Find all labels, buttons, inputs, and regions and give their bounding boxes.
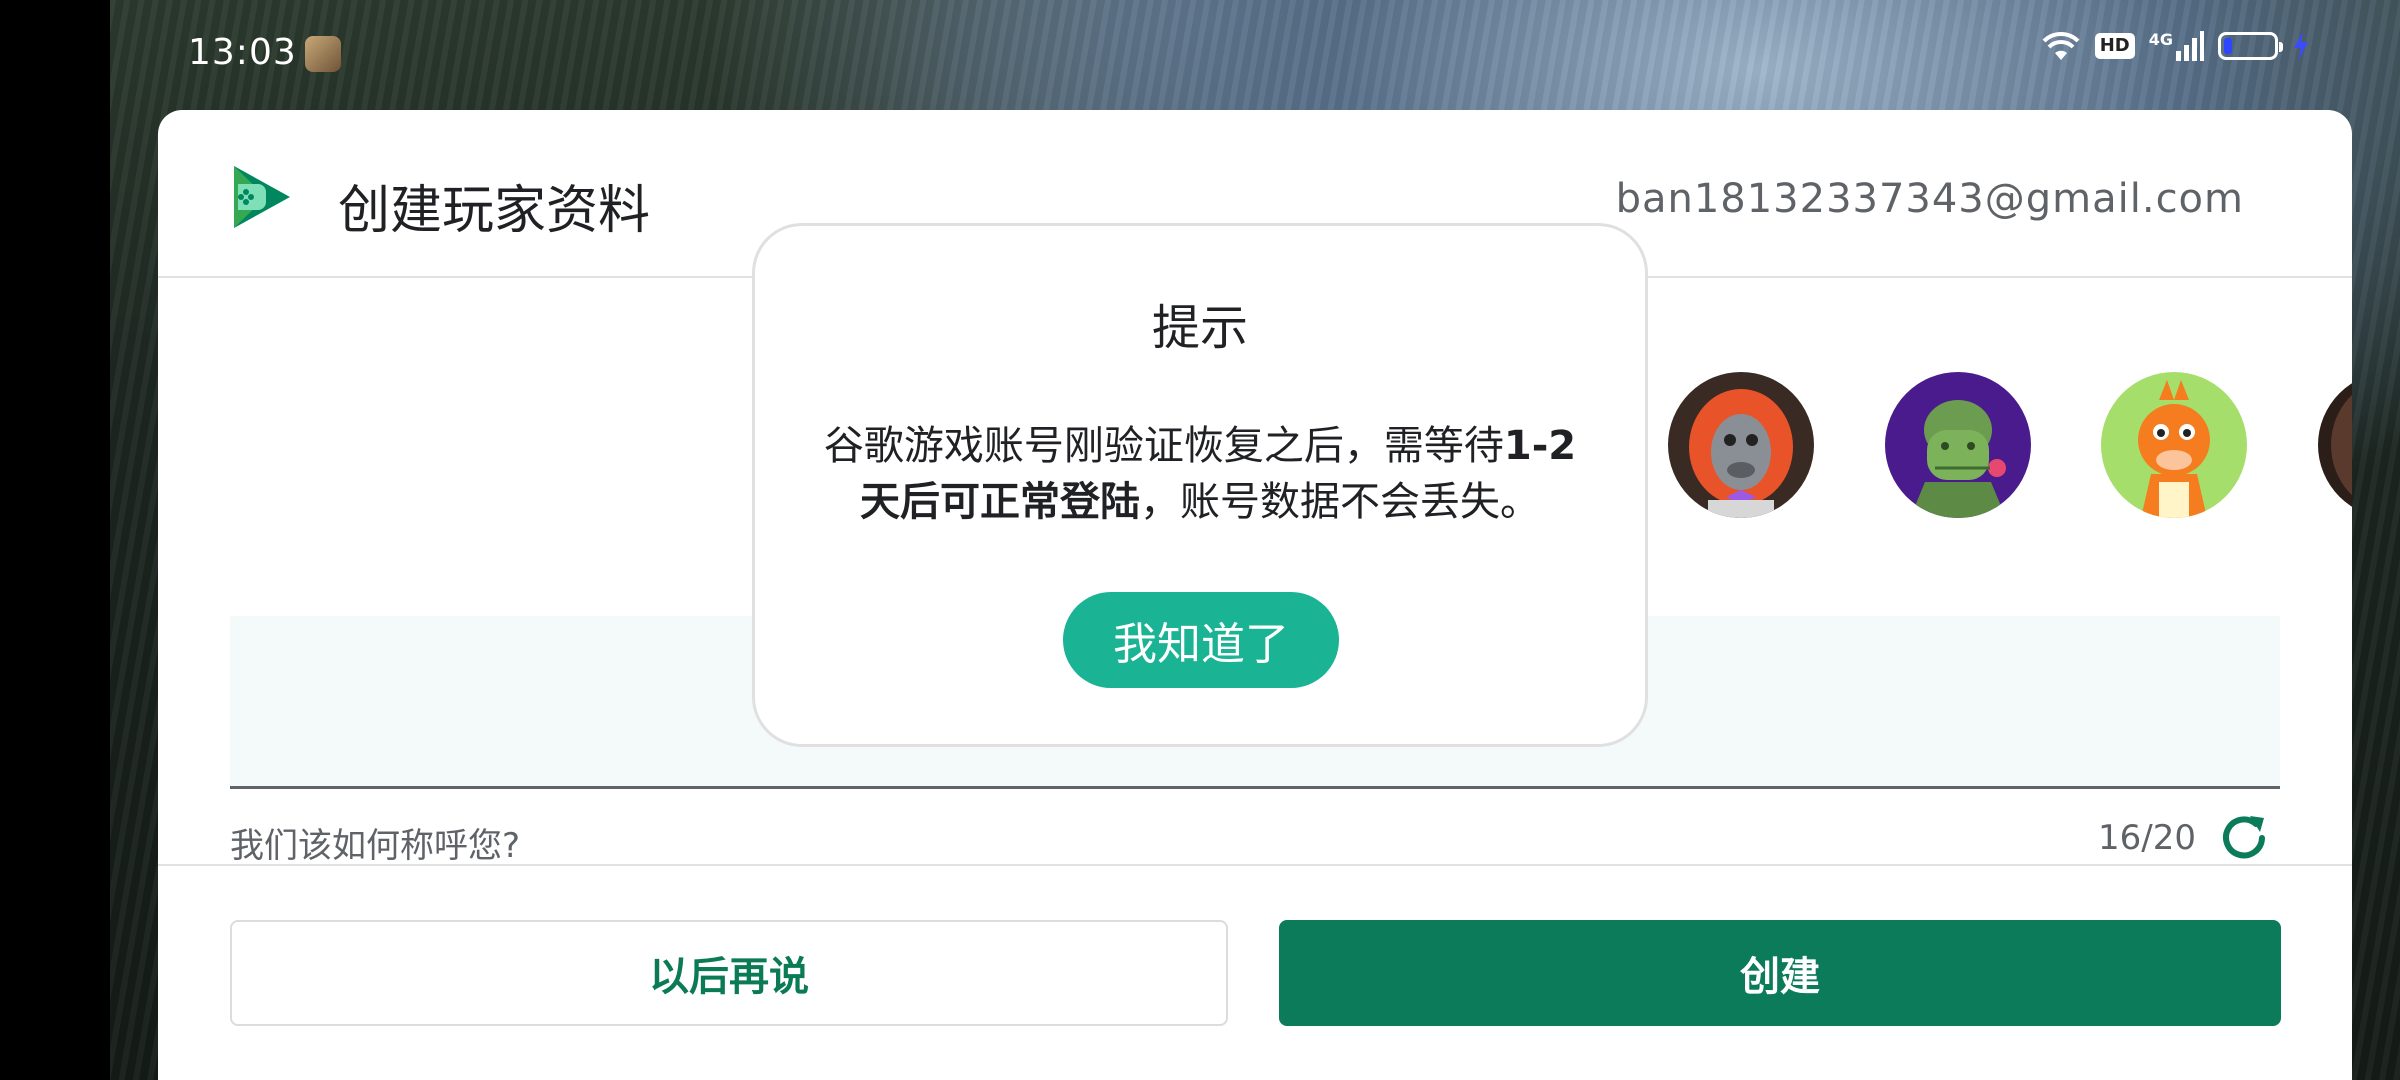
i-understand-button[interactable]: 我知道了 xyxy=(1063,592,1339,688)
later-button[interactable]: 以后再说 xyxy=(230,920,1228,1026)
refresh-name-button[interactable] xyxy=(2214,808,2274,868)
alert-message-bold-days: 1-2 xyxy=(1503,423,1577,469)
partial-avatar[interactable] xyxy=(2318,372,2352,518)
status-icons: HD 4G xyxy=(2041,30,2310,62)
create-button[interactable]: 创建 xyxy=(1279,920,2281,1026)
game-app-icon xyxy=(305,36,341,72)
orange-dragon-avatar[interactable] xyxy=(2101,372,2247,518)
dialog-title: 创建玩家资料 xyxy=(338,181,651,241)
charging-bolt-icon xyxy=(2292,31,2310,61)
green-soldier-avatar[interactable] xyxy=(1885,372,2031,518)
alert-message-bold-login: 天后可正常登陆 xyxy=(860,479,1140,525)
signal-icon: 4G xyxy=(2149,31,2204,61)
footer-divider xyxy=(158,864,2352,866)
hd-badge: HD xyxy=(2094,33,2135,59)
name-helper-text: 我们该如何称呼您? xyxy=(230,826,521,866)
character-counter: 16/20 xyxy=(2098,818,2196,858)
network-type-label: 4G xyxy=(2148,30,2173,49)
alert-title: 提示 xyxy=(1151,300,1248,356)
battery-level xyxy=(2224,38,2232,54)
battery-icon xyxy=(2218,32,2283,60)
orangutan-avatar[interactable] xyxy=(1668,372,1814,518)
play-games-logo-icon xyxy=(230,162,294,232)
alert-message-part1: 谷歌游戏账号刚验证恢复之后，需等待 xyxy=(823,423,1504,469)
status-bar: 13:03 HD 4G xyxy=(0,0,2400,110)
refresh-icon xyxy=(2223,816,2265,859)
status-time: 13:03 xyxy=(188,32,297,73)
screen: 13:03 HD 4G 创建玩家资料 ban18132337343@gmail.… xyxy=(0,0,2400,1080)
account-email: ban18132337343@gmail.com xyxy=(1615,176,2244,222)
tip-alert-dialog: 提示 谷歌游戏账号刚验证恢复之后，需等待1-2 天后可正常登陆，账号数据不会丢失。… xyxy=(752,223,1648,747)
alert-message-part2: ，账号数据不会丢失。 xyxy=(1140,479,1540,525)
wifi-icon xyxy=(2041,30,2081,62)
alert-message: 谷歌游戏账号刚验证恢复之后，需等待1-2 天后可正常登陆，账号数据不会丢失。 xyxy=(805,418,1595,530)
